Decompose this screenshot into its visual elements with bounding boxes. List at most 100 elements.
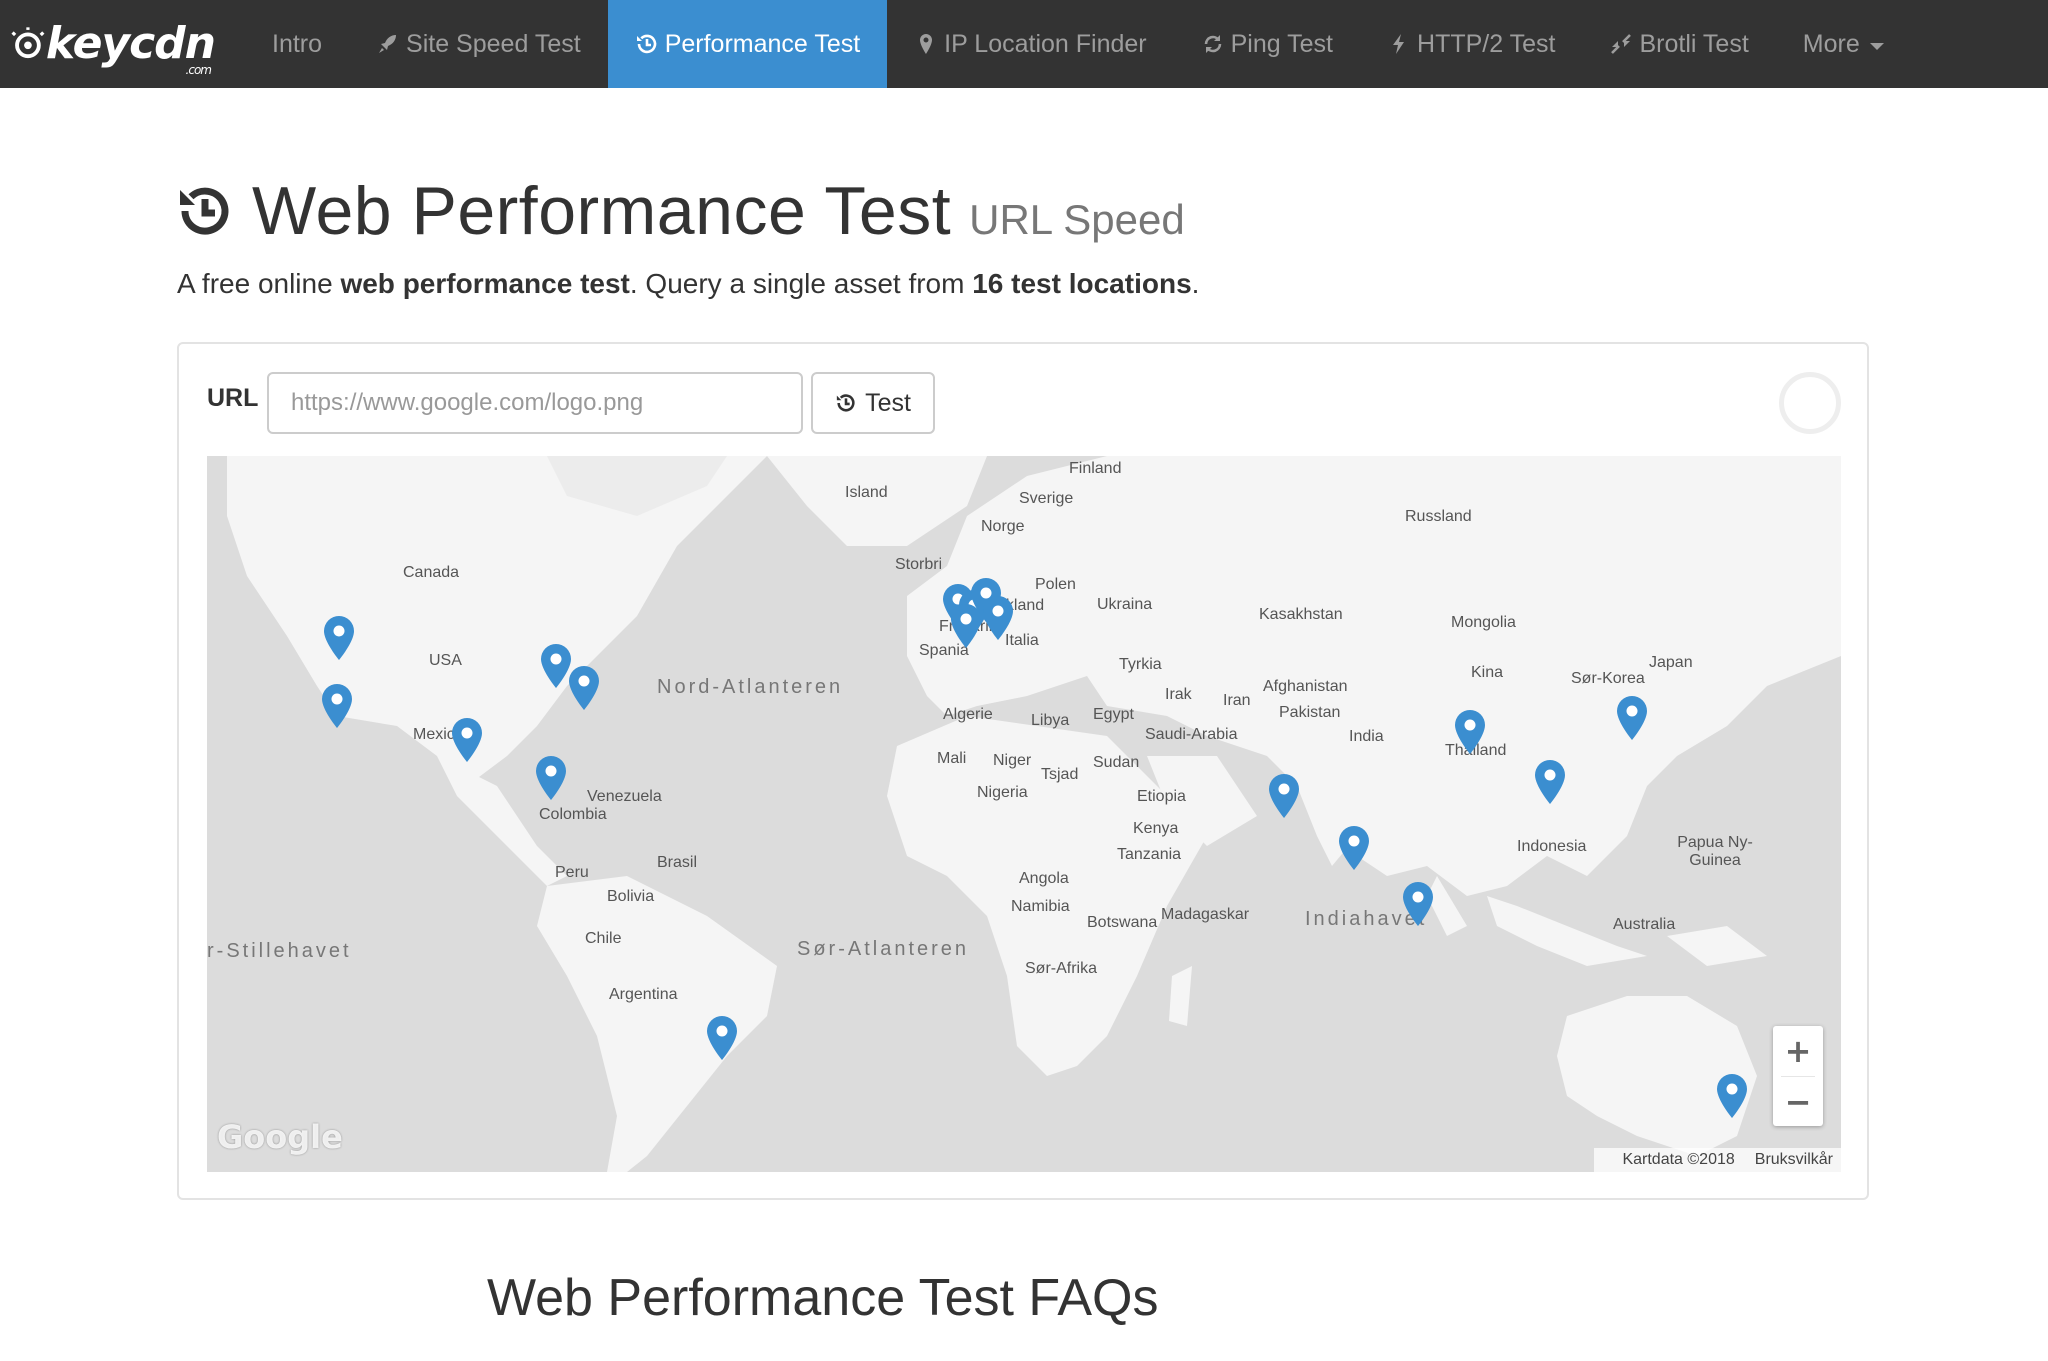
location-marker[interactable] xyxy=(1455,710,1485,754)
zoom-in-button[interactable]: + xyxy=(1773,1026,1823,1076)
map-label: Argentina xyxy=(609,986,678,1003)
map-label: Japan xyxy=(1649,654,1693,671)
refresh-icon xyxy=(1204,35,1221,53)
map-label: Venezuela xyxy=(587,788,662,805)
location-marker[interactable] xyxy=(324,616,354,660)
ocean-label: Sør-Atlanteren xyxy=(797,938,970,960)
nav-intro[interactable]: Intro xyxy=(245,0,349,88)
zoom-control: + − xyxy=(1773,1026,1823,1126)
logo-text: keycdn .com xyxy=(45,18,216,77)
location-marker[interactable] xyxy=(536,756,566,800)
location-marker[interactable] xyxy=(569,666,599,710)
map-label: Tyrkia xyxy=(1119,656,1162,673)
nav-label: Performance Test xyxy=(664,29,861,58)
zoom-out-button[interactable]: − xyxy=(1773,1077,1823,1127)
location-marker[interactable] xyxy=(1535,760,1565,804)
nav-label: Intro xyxy=(272,29,323,58)
location-marker[interactable] xyxy=(707,1016,737,1060)
keycdn-logo[interactable]: keycdn .com xyxy=(10,12,216,77)
url-input[interactable] xyxy=(267,372,803,434)
keycdn-logo-icon xyxy=(11,27,45,59)
nav-site-speed-test[interactable]: Site Speed Test xyxy=(349,0,608,88)
map-label: Niger xyxy=(993,752,1032,769)
lead-text: A free online web performance test. Quer… xyxy=(177,268,1200,299)
test-button[interactable]: Test xyxy=(811,372,935,434)
faq-heading: Web Performance Test FAQs xyxy=(487,1269,1159,1327)
location-marker[interactable] xyxy=(951,604,981,648)
map-label: Papua Ny-Guinea xyxy=(1677,834,1753,869)
map-label: Ukraina xyxy=(1097,596,1153,613)
url-label: URL xyxy=(207,384,259,412)
caret-down-icon xyxy=(1869,42,1884,50)
map-label: Algerie xyxy=(943,706,993,723)
map-label: Tsjad xyxy=(1041,766,1079,783)
map-label: Indonesia xyxy=(1517,838,1587,855)
map-label: Chile xyxy=(585,930,622,947)
location-marker[interactable] xyxy=(1617,696,1647,740)
map-label: Angola xyxy=(1019,870,1069,887)
test-panel: URL Test xyxy=(177,342,1869,1200)
map-label: Polen xyxy=(1035,576,1076,593)
nav-label: More xyxy=(1802,29,1860,58)
map-label: Nigeria xyxy=(977,784,1028,801)
location-marker[interactable] xyxy=(541,644,571,688)
map-label: Brasil xyxy=(657,854,698,871)
map-label: Libya xyxy=(1031,712,1070,729)
map-label: Egypt xyxy=(1093,706,1134,723)
nav-label: Site Speed Test xyxy=(406,29,581,58)
map-label: Peru xyxy=(555,864,589,881)
map-label: Kenya xyxy=(1133,820,1179,837)
map-label: India xyxy=(1349,728,1384,745)
history-icon xyxy=(836,394,855,412)
world-map[interactable]: Finland Island Sverige Norge Russland St… xyxy=(207,456,1841,1172)
nav-more-dropdown[interactable]: More xyxy=(1776,0,1911,88)
location-marker[interactable] xyxy=(1403,882,1433,926)
compress-icon xyxy=(1611,34,1632,54)
map-label: Sør-Afrika xyxy=(1025,960,1097,977)
terms-link[interactable]: Bruksvilkår xyxy=(1755,1151,1833,1169)
map-label: Sudan xyxy=(1093,754,1140,771)
map-label: Russland xyxy=(1405,508,1472,525)
location-marker[interactable] xyxy=(322,684,352,728)
google-logo[interactable]: Google xyxy=(217,1118,343,1156)
map-label: Sør-Korea xyxy=(1571,670,1645,687)
map-label: Kina xyxy=(1471,664,1504,681)
map-attribution-bar: Kartdata ©2018 Bruksvilkår xyxy=(1594,1148,1841,1172)
map-label: Mongolia xyxy=(1451,614,1516,631)
nav-http2-test[interactable]: HTTP/2 Test xyxy=(1360,0,1582,88)
map-label: Afghanistan xyxy=(1263,678,1348,695)
nav-brotli-test[interactable]: Brotli Test xyxy=(1582,0,1775,88)
bolt-icon xyxy=(1393,34,1405,54)
map-label: Tanzania xyxy=(1117,846,1182,863)
test-button-label: Test xyxy=(865,388,911,417)
map-label: Finland xyxy=(1069,460,1122,477)
map-label: Australia xyxy=(1613,916,1676,933)
map-label: Canada xyxy=(403,564,460,581)
nav-ping-test[interactable]: Ping Test xyxy=(1174,0,1360,88)
nav-label: HTTP/2 Test xyxy=(1417,29,1556,58)
map-label: Norge xyxy=(981,518,1025,535)
page-subtitle: URL Speed xyxy=(969,196,1185,243)
location-marker[interactable] xyxy=(1269,774,1299,818)
top-navbar: keycdn .com Intro Site Speed Test Perform… xyxy=(0,0,2048,88)
map-label: Iran xyxy=(1223,692,1251,709)
location-marker[interactable] xyxy=(1717,1074,1747,1118)
page-title: Web Performance Test xyxy=(252,173,952,249)
nav-label: Brotli Test xyxy=(1639,29,1749,58)
map-label: Irak xyxy=(1165,686,1192,703)
map-label: Saudi-Arabia xyxy=(1145,726,1238,743)
nav-ip-location-finder[interactable]: IP Location Finder xyxy=(887,0,1173,88)
nav-performance-test[interactable]: Performance Test xyxy=(607,0,888,88)
map-label: Namibia xyxy=(1011,898,1070,915)
map-data-credit[interactable]: Kartdata ©2018 xyxy=(1622,1151,1734,1169)
ocean-label: Nord-Atlanteren xyxy=(657,676,844,698)
nav-label: IP Location Finder xyxy=(944,29,1147,58)
map-label: Botswana xyxy=(1087,914,1158,931)
location-marker[interactable] xyxy=(983,596,1013,640)
map-label: Mali xyxy=(937,750,967,767)
location-marker[interactable] xyxy=(452,718,482,762)
nav-label: Ping Test xyxy=(1230,29,1334,58)
rocket-icon xyxy=(379,35,397,53)
history-icon xyxy=(636,34,656,54)
location-marker[interactable] xyxy=(1339,826,1369,870)
